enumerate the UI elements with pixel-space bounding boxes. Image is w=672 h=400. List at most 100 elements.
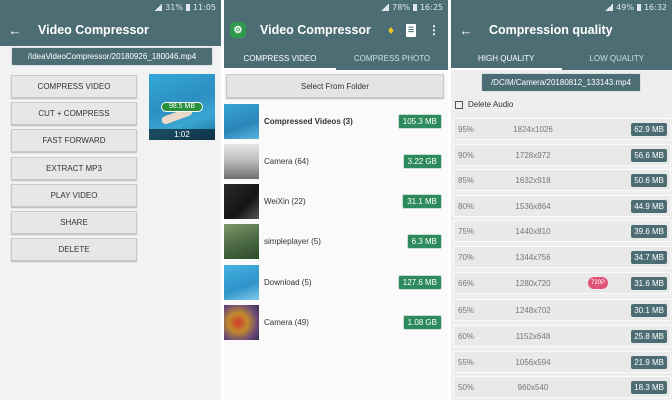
tab-compress-photo[interactable]: COMPRESS PHOTO bbox=[336, 46, 448, 70]
page-title: Compression quality bbox=[489, 23, 613, 37]
folder-thumbnail bbox=[224, 183, 259, 219]
quality-percent: 65% bbox=[458, 305, 475, 315]
app-bar: ← Video Compressor bbox=[0, 14, 221, 46]
play-video-button[interactable]: PLAY VIDEO bbox=[11, 184, 137, 207]
battery-icon bbox=[185, 3, 190, 11]
status-bar: 78% 16:25 bbox=[224, 0, 448, 14]
quality-percent: 60% bbox=[458, 331, 475, 341]
quality-row[interactable]: 70% 1344x756 34.7 MB bbox=[453, 246, 671, 268]
status-bar: 49% 16:32 bbox=[451, 0, 672, 14]
back-arrow-icon[interactable]: ← bbox=[459, 23, 473, 38]
delete-audio-label: Delete Audio bbox=[468, 100, 514, 109]
crown-icon[interactable]: ♦ bbox=[388, 23, 394, 37]
more-vert-icon[interactable]: ⋮ bbox=[428, 23, 440, 37]
video-size-badge: 98.5 MB bbox=[161, 102, 203, 112]
quality-resolution: 1824x1026 bbox=[513, 124, 553, 134]
folder-size: 3.22 GB bbox=[402, 153, 442, 169]
tab-high-quality[interactable]: HIGH QUALITY bbox=[451, 46, 562, 70]
document-icon[interactable]: ☰ bbox=[406, 23, 416, 37]
folder-name: simpleplayer (5) bbox=[264, 236, 321, 246]
folder-row[interactable]: Camera (64) 3.22 GB bbox=[224, 141, 448, 181]
quality-size: 50.6 MB bbox=[631, 173, 667, 187]
app-bar: ⚙ Video Compressor ♦ ☰ ⋮ bbox=[224, 14, 448, 46]
resolution-tag: 720P bbox=[588, 277, 608, 289]
quality-percent: 75% bbox=[458, 226, 475, 236]
quality-row[interactable]: 50% 960x540 18.3 MB bbox=[453, 376, 671, 398]
quality-resolution: 1536x864 bbox=[515, 201, 551, 211]
quality-row[interactable]: 90% 1728x972 56.6 MB bbox=[453, 144, 671, 166]
quality-resolution: 960x540 bbox=[517, 382, 549, 392]
folder-row[interactable]: simpleplayer (5) 6.3 MB bbox=[224, 221, 448, 261]
app-logo-icon: ⚙ bbox=[230, 22, 246, 38]
clock: 16:25 bbox=[419, 2, 443, 12]
video-thumbnail[interactable]: 98.5 MB 1:02 bbox=[149, 74, 215, 140]
quality-resolution: 1248x702 bbox=[515, 305, 551, 315]
signal-icon bbox=[381, 3, 390, 11]
folder-name: Compressed Videos (3) bbox=[264, 116, 353, 126]
tab-compress-video[interactable]: COMPRESS VIDEO bbox=[224, 46, 336, 70]
quality-size: 21.9 MB bbox=[631, 355, 667, 369]
file-path-label: /IdeaVideoCompressor/20180926_180046.mp4 bbox=[11, 47, 213, 66]
quality-row[interactable]: 80% 1536x864 44.9 MB bbox=[453, 195, 671, 217]
page-title: Video Compressor bbox=[38, 23, 149, 37]
share-button[interactable]: SHARE bbox=[11, 211, 137, 234]
battery-percent: 31% bbox=[165, 2, 183, 12]
quality-row[interactable]: 65% 1248x702 30.1 MB bbox=[453, 299, 671, 321]
battery-percent: 49% bbox=[616, 2, 634, 12]
folder-size: 1.08 GB bbox=[402, 314, 442, 330]
clock: 11:05 bbox=[192, 2, 216, 12]
quality-row[interactable]: 75% 1440x810 39.6 MB bbox=[453, 220, 671, 242]
panel-compression-quality: 49% 16:32 ← Compression quality HIGH QUA… bbox=[451, 0, 672, 400]
select-folder-button[interactable]: Select From Folder bbox=[226, 74, 444, 98]
quality-percent: 80% bbox=[458, 201, 475, 211]
quality-size: 30.1 MB bbox=[631, 303, 667, 317]
battery-icon bbox=[636, 3, 641, 11]
folder-row[interactable]: Camera (49) 1.08 GB bbox=[224, 302, 448, 342]
folder-name: Download (5) bbox=[264, 277, 312, 287]
folder-thumbnail bbox=[224, 264, 259, 300]
back-arrow-icon[interactable]: ← bbox=[8, 23, 22, 38]
signal-icon bbox=[154, 3, 163, 11]
folder-thumbnail bbox=[224, 143, 259, 179]
tab-low-quality[interactable]: LOW QUALITY bbox=[562, 46, 672, 70]
quality-percent: 55% bbox=[458, 357, 475, 367]
delete-audio-checkbox[interactable]: Delete Audio bbox=[455, 100, 513, 109]
quality-size: 34.7 MB bbox=[631, 250, 667, 264]
quality-percent: 66% bbox=[458, 278, 475, 288]
quality-resolution: 1728x972 bbox=[515, 150, 551, 160]
quality-row[interactable]: 60% 1152x648 25.8 MB bbox=[453, 325, 671, 347]
folder-row[interactable]: Download (5) 127.6 MB bbox=[224, 262, 448, 302]
quality-size: 39.6 MB bbox=[631, 224, 667, 238]
quality-row[interactable]: 85% 1632x918 50.6 MB bbox=[453, 169, 671, 191]
quality-resolution: 1344x756 bbox=[515, 252, 551, 262]
panel-folder-list: 78% 16:25 ⚙ Video Compressor ♦ ☰ ⋮ COMPR… bbox=[224, 0, 448, 400]
folder-thumbnail bbox=[224, 223, 259, 259]
extract-mp3-button[interactable]: EXTRACT MP3 bbox=[11, 157, 137, 180]
battery-icon bbox=[412, 3, 417, 11]
cut-compress-button[interactable]: CUT + COMPRESS bbox=[11, 102, 137, 125]
folder-name: Camera (64) bbox=[264, 156, 309, 166]
folder-thumbnail bbox=[224, 103, 259, 139]
folder-name: WeiXin (22) bbox=[264, 196, 306, 206]
app-bar: ← Compression quality bbox=[451, 14, 672, 46]
quality-size: 44.9 MB bbox=[631, 199, 667, 213]
delete-button[interactable]: DELETE bbox=[11, 238, 137, 261]
quality-size: 62.9 MB bbox=[631, 122, 667, 136]
file-path-label: /DCIM/Camera/20180812_133143.mp4 bbox=[481, 73, 641, 92]
folder-thumbnail bbox=[224, 304, 259, 340]
folder-name: Camera (49) bbox=[264, 317, 309, 327]
signal-icon bbox=[605, 3, 614, 11]
quality-row[interactable]: 66% 1280x720 720P 31.6 MB bbox=[453, 272, 671, 294]
compress-video-button[interactable]: COMPRESS VIDEO bbox=[11, 75, 137, 98]
folder-row[interactable]: WeiXin (22) 31.1 MB bbox=[224, 181, 448, 221]
folder-row[interactable]: Compressed Videos (3) 105.3 MB bbox=[224, 101, 448, 141]
panel-video-actions: 31% 11:05 ← Video Compressor /IdeaVideoC… bbox=[0, 0, 221, 400]
quality-size: 56.6 MB bbox=[631, 148, 667, 162]
checkbox-box[interactable] bbox=[455, 100, 463, 109]
quality-resolution: 1280x720 bbox=[515, 278, 551, 288]
quality-row[interactable]: 95% 1824x1026 62.9 MB bbox=[453, 118, 671, 140]
quality-percent: 50% bbox=[458, 382, 475, 392]
quality-row[interactable]: 55% 1056x594 21.9 MB bbox=[453, 351, 671, 373]
fast-forward-button[interactable]: FAST FORWARD bbox=[11, 129, 137, 152]
quality-percent: 90% bbox=[458, 150, 475, 160]
